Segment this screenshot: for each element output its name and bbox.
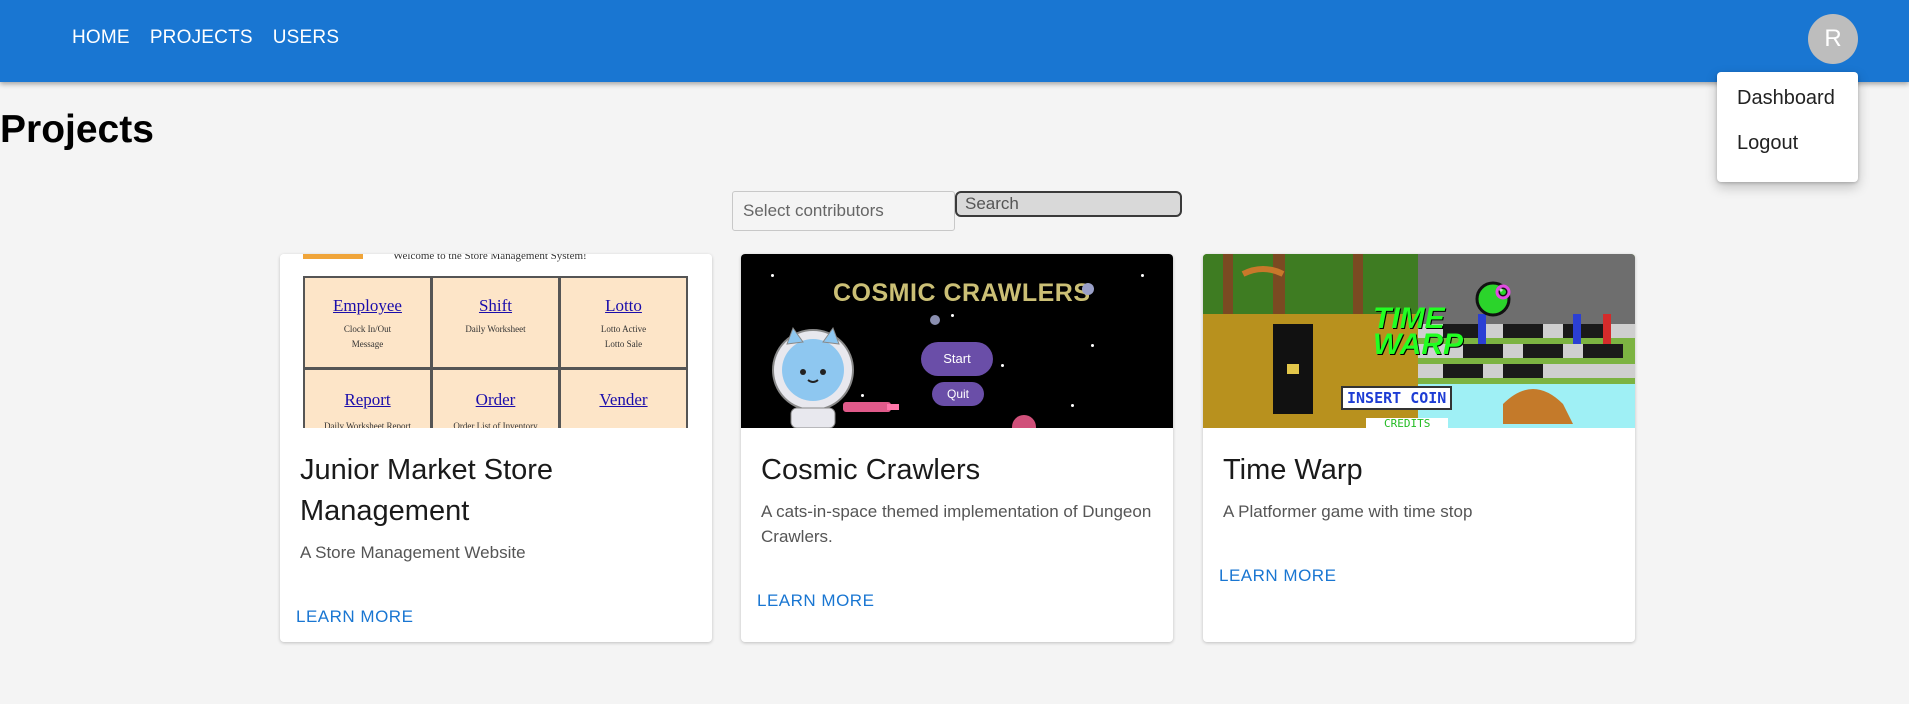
- page-title: Projects: [0, 108, 154, 151]
- card-description: A cats-in-space themed implementation of…: [761, 502, 1152, 546]
- game-quit-button: Quit: [932, 382, 984, 406]
- planet-icon: [1012, 415, 1036, 428]
- project-thumbnail: COSMIC CRAWLERS Start Quit: [741, 254, 1173, 428]
- thumb-link: Shift: [478, 296, 513, 315]
- game-title-text: COSMIC CRAWLERS: [833, 279, 1091, 307]
- contributors-select[interactable]: Select contributors: [732, 191, 955, 231]
- user-avatar[interactable]: R: [1808, 14, 1858, 64]
- project-thumbnail: Welcome to the Store Management System! …: [280, 254, 712, 428]
- menu-item-logout[interactable]: Logout: [1717, 130, 1858, 175]
- planet-icon: [1082, 283, 1094, 295]
- learn-more-button[interactable]: LEARN MORE: [280, 607, 429, 627]
- credits-text: CREDITS: [1366, 418, 1449, 428]
- learn-more-button[interactable]: LEARN MORE: [741, 591, 890, 611]
- app-bar: HOME PROJECTS USERS R: [0, 0, 1909, 82]
- project-thumbnail: TIME WARP INSERT COIN CREDITS: [1203, 254, 1635, 428]
- learn-more-button[interactable]: LEARN MORE: [1203, 566, 1352, 586]
- nav-home-link[interactable]: HOME: [62, 27, 140, 49]
- card-description: A Store Management Website: [300, 543, 526, 562]
- astronaut-cat-icon: [772, 326, 899, 428]
- thumb-link: Employee: [333, 296, 402, 315]
- search-input[interactable]: [955, 191, 1182, 217]
- thumb-link: Lotto: [605, 296, 642, 315]
- game-logo-text: TIME WARP: [1373, 302, 1463, 361]
- insert-coin-text: INSERT COIN: [1341, 386, 1453, 410]
- planet-icon: [930, 315, 940, 325]
- thumb-link: Order: [475, 390, 516, 409]
- thumbnail-welcome-text: Welcome to the Store Management System!: [393, 254, 587, 262]
- project-card: TIME WARP INSERT COIN CREDITS Time Warp …: [1203, 254, 1635, 642]
- thumb-link: Report: [344, 390, 391, 409]
- main-nav: HOME PROJECTS USERS: [62, 27, 349, 49]
- card-title: Junior Market Store Management: [300, 454, 554, 527]
- nav-projects-link[interactable]: PROJECTS: [140, 27, 263, 49]
- thumb-link: Vender: [599, 390, 648, 409]
- store-menu-grid: Employee Clock In/Out Message Shift Daily W…: [303, 276, 688, 428]
- project-card: Welcome to the Store Management System! …: [280, 254, 712, 642]
- card-title: Time Warp: [1223, 454, 1363, 486]
- project-card: COSMIC CRAWLERS Start Quit Cosmic Crawle…: [741, 254, 1173, 642]
- card-title: Cosmic Crawlers: [761, 454, 981, 486]
- menu-item-dashboard[interactable]: Dashboard: [1717, 85, 1858, 130]
- nav-users-link[interactable]: USERS: [263, 27, 349, 49]
- game-start-button: Start: [921, 342, 993, 376]
- user-menu: Dashboard Logout: [1717, 72, 1858, 182]
- card-description: A Platformer game with time stop: [1223, 502, 1473, 521]
